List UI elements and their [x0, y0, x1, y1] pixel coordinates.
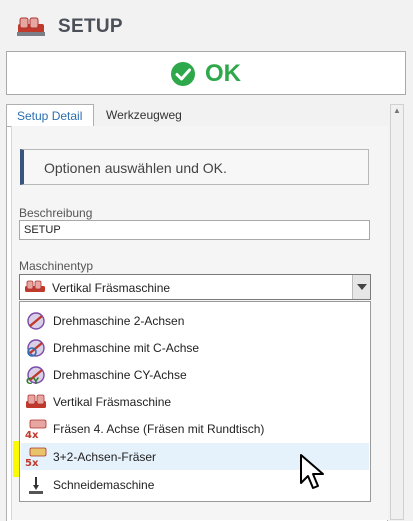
ok-button[interactable]: OK: [6, 51, 406, 95]
mill-4-axis-icon: 4x: [25, 419, 47, 439]
vertical-mill-icon: [25, 280, 45, 292]
list-item-label: Drehmaschine mit C-Achse: [53, 341, 200, 355]
vertical-mill-icon: [26, 394, 46, 408]
list-item-label: Fräsen 4. Achse (Fräsen mit Rundtisch): [53, 422, 265, 436]
lathe-2-axis-icon: [27, 312, 45, 330]
info-message: Optionen auswählen und OK.: [20, 149, 369, 185]
list-item[interactable]: Drehmaschine mit C-Achse: [21, 334, 369, 361]
scroll-up-icon[interactable]: ▲: [390, 104, 404, 118]
mill-5-axis-icon: 5x: [25, 447, 47, 467]
maschinentyp-select[interactable]: Vertikal Fräsmaschine: [19, 274, 371, 300]
list-item-label: Drehmaschine CY-Achse: [53, 368, 187, 382]
svg-text:CY: CY: [26, 377, 40, 385]
beschreibung-input[interactable]: SETUP: [19, 220, 370, 240]
info-text: Optionen auswählen und OK.: [44, 160, 227, 176]
list-item-label: Vertikal Fräsmaschine: [53, 395, 172, 409]
ok-label: OK: [205, 60, 241, 87]
list-item[interactable]: Vertikal Fräsmaschine: [21, 388, 369, 415]
list-item[interactable]: CY Drehmaschine CY-Achse: [21, 361, 369, 388]
chevron-down-icon: [357, 284, 367, 290]
setup-machine-icon: [17, 17, 45, 36]
svg-text:4x: 4x: [25, 430, 39, 439]
header: SETUP: [0, 0, 413, 48]
vertical-scrollbar[interactable]: [390, 104, 404, 520]
list-item[interactable]: 4x Fräsen 4. Achse (Fräsen mit Rundtisch…: [21, 415, 369, 442]
checkmark-circle-icon: [171, 62, 195, 86]
page-title: SETUP: [58, 16, 123, 37]
dropdown-toggle[interactable]: [352, 275, 370, 299]
tab-werkzeugweg[interactable]: Werkzeugweg: [96, 104, 192, 126]
mouse-pointer-icon: [300, 454, 324, 489]
list-item-label: 3+2-Achsen-Fräser: [53, 450, 157, 464]
list-item-label: Schneidemaschine: [53, 478, 155, 492]
list-item-label: Drehmaschine 2-Achsen: [53, 314, 185, 328]
selected-value: Vertikal Fräsmaschine: [52, 281, 171, 295]
tab-setup-detail[interactable]: Setup Detail: [6, 104, 94, 128]
lathe-cy-axis-icon: CY: [26, 366, 45, 385]
beschreibung-label: Beschreibung: [19, 206, 93, 220]
list-item[interactable]: Drehmaschine 2-Achsen: [21, 307, 369, 334]
maschinentyp-label: Maschinentyp: [19, 259, 94, 273]
svg-text:5x: 5x: [25, 458, 39, 467]
lathe-c-axis-icon: [27, 339, 45, 357]
cutting-machine-icon: [29, 477, 43, 494]
